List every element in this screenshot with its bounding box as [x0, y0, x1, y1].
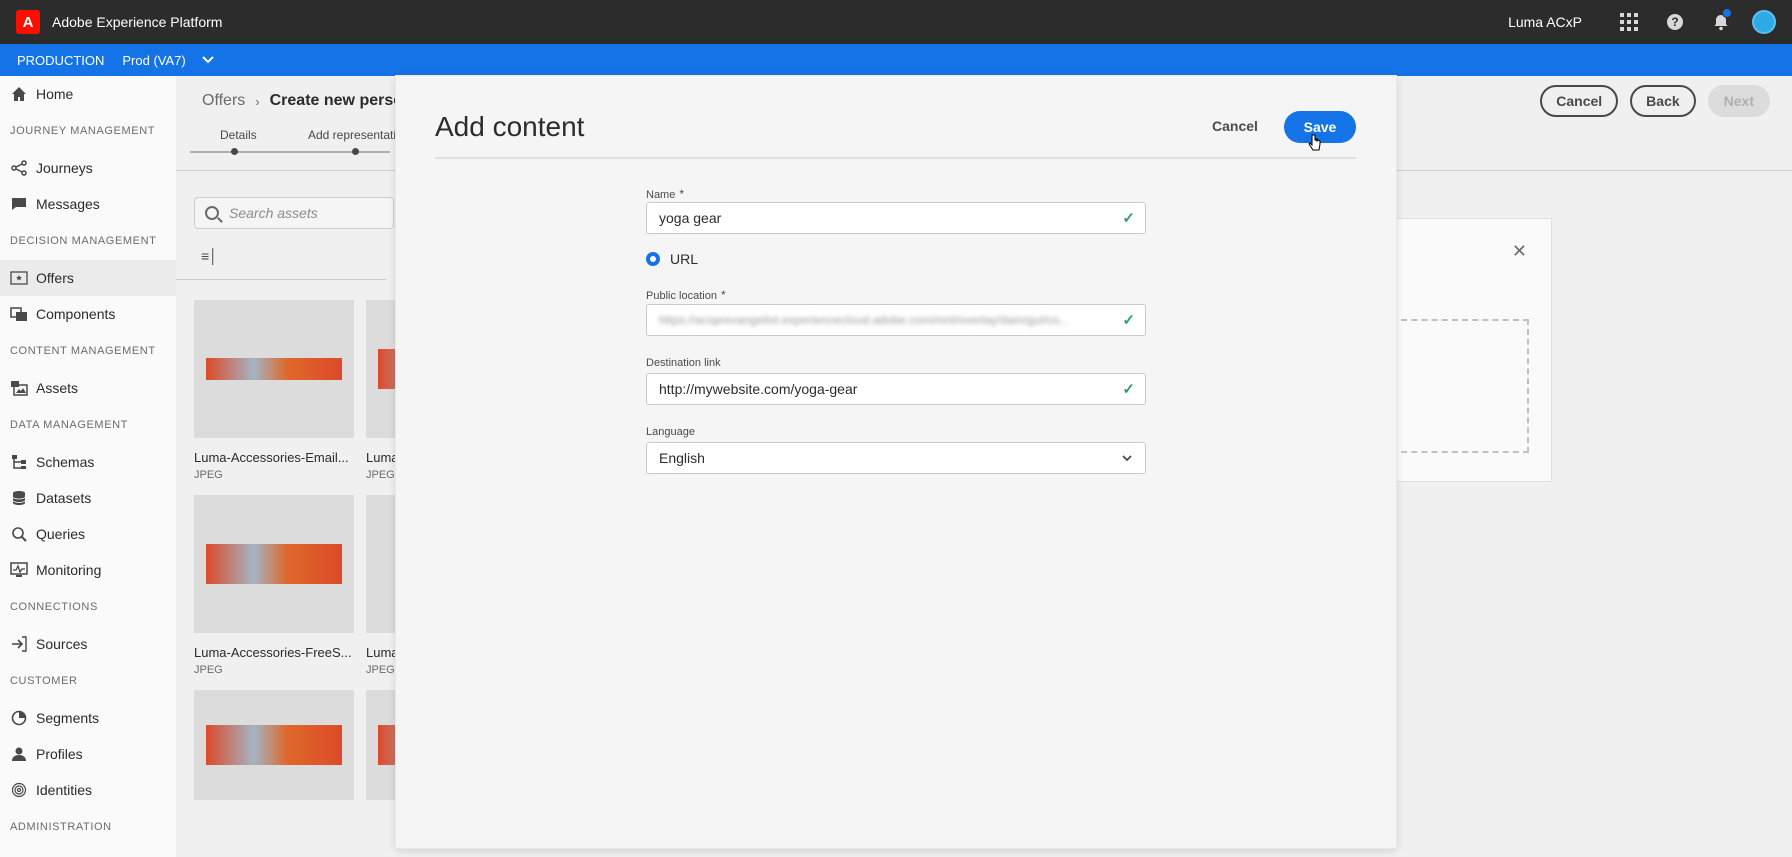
checkmark-icon: ✓	[1122, 210, 1135, 227]
chevron-down-icon	[1121, 451, 1133, 467]
public-location-value: https://acsprevangelist.experiencecloud.…	[659, 313, 1070, 327]
help-icon[interactable]: ?	[1652, 0, 1698, 44]
org-switcher[interactable]: Luma ACxP	[1508, 14, 1582, 30]
name-value: yoga gear	[659, 210, 722, 226]
sandbox-name[interactable]: Prod (VA7)	[122, 53, 185, 68]
destination-link-label: Destination link	[646, 357, 721, 369]
adobe-logo-icon[interactable]: A	[16, 10, 40, 34]
sandbox-bar: PRODUCTION Prod (VA7)	[0, 44, 1792, 76]
environment-label: PRODUCTION	[17, 52, 105, 68]
destination-link-value: http://mywebsite.com/yoga-gear	[659, 381, 858, 397]
checkmark-icon: ✓	[1122, 381, 1135, 398]
apps-grid-icon[interactable]	[1606, 0, 1652, 44]
app-title[interactable]: Adobe Experience Platform	[52, 14, 222, 30]
dialog-title: Add content	[435, 111, 585, 142]
public-location-label: Public location *	[646, 288, 726, 302]
mouse-cursor-icon	[1308, 134, 1321, 151]
language-select[interactable]: English	[646, 442, 1146, 474]
destination-link-field[interactable]: http://mywebsite.com/yoga-gear ✓	[646, 373, 1146, 405]
chevron-down-icon[interactable]	[200, 52, 216, 68]
bell-icon[interactable]	[1698, 0, 1744, 44]
url-radio-label: URL	[670, 251, 699, 267]
add-content-dialog: Add content Cancel Save Name * yoga gear …	[396, 76, 1396, 848]
header-actions: Luma ACxP ?	[1508, 0, 1792, 44]
avatar[interactable]	[1752, 10, 1776, 34]
required-marker: *	[720, 288, 726, 302]
url-radio[interactable]: URL	[646, 251, 698, 267]
divider	[435, 157, 1356, 159]
required-marker: *	[679, 187, 685, 201]
name-field[interactable]: yoga gear ✓	[646, 202, 1146, 234]
public-location-label-text: Public location	[646, 290, 717, 302]
language-value: English	[659, 450, 705, 466]
language-label: Language	[646, 426, 695, 438]
radio-selected-icon	[646, 252, 660, 266]
notification-badge	[1722, 8, 1732, 18]
name-label-text: Name	[646, 189, 676, 201]
cancel-button[interactable]: Cancel	[1212, 118, 1258, 134]
public-location-field[interactable]: https://acsprevangelist.experiencecloud.…	[646, 304, 1146, 336]
name-label: Name *	[646, 187, 684, 201]
global-header: A Adobe Experience Platform Luma ACxP ?	[0, 0, 1792, 44]
checkmark-icon: ✓	[1122, 312, 1135, 329]
